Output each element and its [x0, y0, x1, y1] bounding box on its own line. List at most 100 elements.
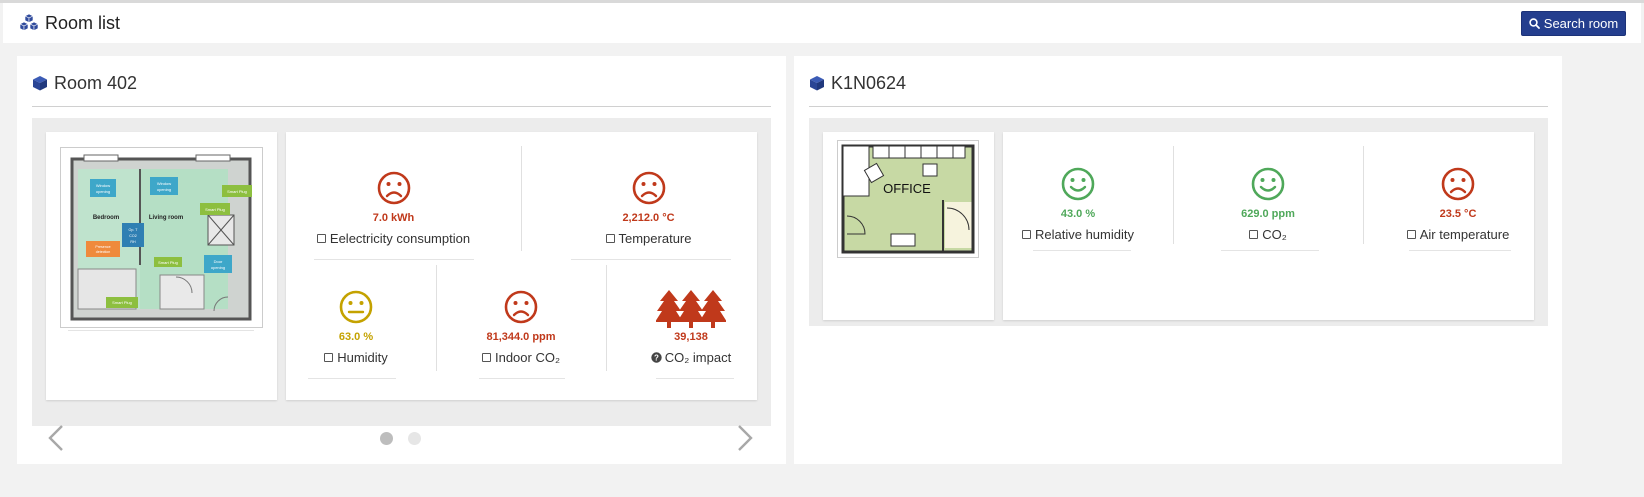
checkbox-icon[interactable]: [481, 353, 491, 362]
room-name: Room 402: [54, 73, 138, 93]
metric-value: 63.0 %: [338, 331, 374, 343]
svg-text:opening: opening: [211, 265, 225, 270]
page-header: Room list Search room: [3, 3, 1641, 43]
carousel-next-arrow[interactable]: [736, 424, 754, 452]
checkbox-icon[interactable]: [1249, 230, 1259, 239]
happy-face-icon: [1061, 167, 1095, 201]
metric-label: Indoor CO₂: [494, 350, 561, 365]
metric-separator: [606, 265, 607, 371]
sad-face-icon: [504, 290, 538, 324]
metric-label: Air temperature: [1419, 227, 1510, 242]
metric-underline: [1033, 250, 1131, 251]
metric-label: Relative humidity: [1035, 227, 1134, 242]
metrics-tile: 43.0 % Relative humidity 629.0 ppm CO₂ 2…: [1003, 132, 1534, 320]
room-card-room-402: Room 402 Window opening Window opening S…: [17, 56, 786, 464]
search-room-button[interactable]: Search room: [1521, 11, 1626, 36]
svg-text:Door: Door: [214, 259, 223, 264]
svg-text:opening: opening: [96, 189, 110, 194]
metric-indoor-co2: 81,344.0 ppm Indoor CO₂: [446, 290, 596, 365]
room-carousel: Window opening Window opening Smart Plug…: [32, 118, 771, 426]
metric-electricity: 7.0 kWh Eelectricity consumption: [286, 171, 501, 246]
sad-face-icon: [632, 171, 665, 205]
metric-label: Temperature: [618, 231, 692, 246]
svg-text:?: ?: [654, 354, 659, 363]
svg-text:Smart Plug: Smart Plug: [112, 300, 132, 305]
cubes-icon: [19, 14, 39, 31]
sad-face-icon: [1441, 167, 1475, 201]
metric-separator: [436, 265, 437, 371]
svg-text:OFFICE: OFFICE: [883, 181, 931, 196]
question-circle-icon[interactable]: ?: [651, 352, 662, 363]
metric-value: 39,138: [674, 331, 708, 343]
svg-text:detection: detection: [96, 250, 111, 254]
svg-text:Living room: Living room: [149, 215, 183, 221]
svg-text:Smart Plug: Smart Plug: [158, 260, 178, 265]
metric-underline: [1409, 250, 1511, 251]
metric-value: 2,212.0 °C: [622, 212, 675, 224]
svg-text:Smart Plug: Smart Plug: [205, 207, 225, 212]
floorplan-caption-line: [68, 330, 254, 331]
svg-text:Smart Plug: Smart Plug: [227, 189, 247, 194]
metric-underline: [571, 259, 731, 260]
metric-air-temperature: 23.5 °C Air temperature: [1383, 167, 1533, 242]
metric-humidity: 63.0 % Humidity: [286, 290, 426, 365]
title-divider: [32, 106, 771, 107]
svg-text:opening: opening: [157, 187, 171, 192]
metric-underline: [479, 378, 565, 379]
metric-underline: [308, 378, 396, 379]
metric-value: 23.5 °C: [1439, 208, 1477, 220]
cube-icon: [810, 76, 824, 91]
room-card-title[interactable]: K1N0624: [809, 72, 906, 94]
metrics-tile: 7.0 kWh Eelectricity consumption 2,212.0…: [286, 132, 757, 400]
checkbox-icon[interactable]: [1022, 230, 1031, 239]
page-title-wrap: Room list: [19, 12, 120, 34]
floorplan-image[interactable]: OFFICE: [837, 140, 979, 258]
checkbox-icon[interactable]: [1406, 230, 1416, 239]
metric-co2-impact: 39,138 ? CO₂ impact: [616, 290, 766, 365]
title-divider: [809, 106, 1548, 107]
checkbox-icon[interactable]: [605, 234, 615, 243]
room-card-title[interactable]: Room 402: [32, 72, 137, 94]
carousel-dot-2[interactable]: [408, 432, 421, 445]
metric-co2: 629.0 ppm CO₂: [1193, 167, 1343, 242]
room-card-k1n0624: K1N0624 OFFICE 43.0 % Relative humidity …: [794, 56, 1562, 464]
svg-text:Op. T: Op. T: [129, 228, 139, 232]
floorplan-tile: Window opening Window opening Smart Plug…: [46, 132, 277, 400]
neutral-face-icon: [339, 290, 373, 324]
svg-text:Presence: Presence: [95, 245, 110, 249]
metric-value: 81,344.0 ppm: [486, 331, 556, 343]
search-room-label: Search room: [1543, 16, 1619, 31]
trees-icon: [655, 290, 727, 328]
metric-underline: [1221, 250, 1319, 251]
search-icon: [1529, 18, 1540, 29]
svg-text:Window: Window: [157, 181, 171, 186]
floorplan-tile: OFFICE: [823, 132, 994, 320]
room-name: K1N0624: [831, 73, 907, 93]
svg-text:Bedroom: Bedroom: [93, 215, 119, 221]
room-carousel: OFFICE 43.0 % Relative humidity 629.0 pp…: [809, 118, 1548, 326]
metric-label: Humidity: [337, 350, 388, 365]
metric-value: 43.0 %: [1060, 208, 1096, 220]
metric-label: Eelectricity consumption: [329, 231, 471, 246]
metric-underline: [656, 378, 734, 379]
cube-icon: [33, 76, 47, 91]
checkbox-icon[interactable]: [316, 234, 326, 243]
sad-face-icon: [377, 171, 410, 205]
metric-label: CO₂ impact: [664, 350, 732, 365]
metric-relative-humidity: 43.0 % Relative humidity: [1003, 167, 1153, 242]
metric-separator: [521, 146, 522, 251]
floorplan-image[interactable]: Window opening Window opening Smart Plug…: [60, 147, 263, 328]
carousel-dot-1[interactable]: [380, 432, 393, 445]
metric-underline: [314, 259, 474, 260]
metric-label: CO₂: [1262, 227, 1287, 242]
svg-text:RH: RH: [130, 240, 136, 244]
metric-value: 629.0 ppm: [1241, 208, 1295, 220]
metric-separator: [1363, 146, 1364, 244]
metric-separator: [1173, 146, 1174, 244]
metric-temperature: 2,212.0 °C Temperature: [541, 171, 756, 246]
page-title: Room list: [45, 13, 121, 33]
happy-face-icon: [1251, 167, 1285, 201]
checkbox-icon[interactable]: [324, 353, 334, 362]
carousel-prev-arrow[interactable]: [47, 424, 65, 452]
metric-value: 7.0 kWh: [372, 212, 415, 224]
